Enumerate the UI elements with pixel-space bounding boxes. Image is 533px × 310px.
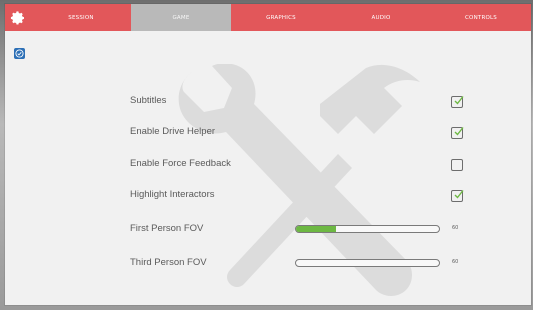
side-confirm-button[interactable] [14, 48, 25, 59]
checkmark-icon [454, 127, 464, 136]
subtitles-label: Subtitles [130, 95, 167, 106]
first-person-fov-slider[interactable] [295, 225, 440, 233]
third-person-fov-slider[interactable] [295, 259, 440, 267]
tab-game[interactable]: GAME [131, 4, 231, 31]
subtitles-checkbox[interactable] [451, 96, 464, 108]
check-circle-icon [15, 49, 24, 58]
tab-graphics[interactable]: GRAPHICS [231, 4, 331, 31]
setting-row-drive-helper: Enable Drive Helper [5, 123, 531, 143]
drive-helper-checkbox[interactable] [451, 127, 464, 139]
first-person-fov-label: First Person FOV [130, 223, 204, 234]
drive-helper-label: Enable Drive Helper [130, 126, 216, 137]
setting-row-force-feedback: Enable Force Feedback [5, 155, 531, 175]
setting-row-first-person-fov: First Person FOV 60 [5, 220, 531, 240]
third-person-fov-label: Third Person FOV [130, 257, 207, 268]
checkmark-icon [454, 96, 464, 105]
settings-panel: SESSION GAME GRAPHICS AUDIO CONTROLS Sub… [5, 4, 531, 305]
setting-row-subtitles: Subtitles [5, 92, 531, 112]
tab-controls[interactable]: CONTROLS [431, 4, 531, 31]
first-person-fov-value: 60 [452, 225, 459, 231]
highlight-interactors-label: Highlight Interactors [130, 189, 215, 200]
force-feedback-checkbox[interactable] [451, 159, 463, 171]
force-feedback-label: Enable Force Feedback [130, 158, 231, 169]
gear-icon [10, 10, 24, 25]
highlight-interactors-checkbox[interactable] [451, 190, 464, 202]
slider-fill [296, 226, 337, 232]
checkmark-icon [454, 190, 464, 199]
tab-session[interactable]: SESSION [31, 4, 131, 31]
settings-gear-button[interactable] [5, 4, 31, 31]
setting-row-highlight-interactors: Highlight Interactors [5, 186, 531, 206]
top-tab-bar: SESSION GAME GRAPHICS AUDIO CONTROLS [5, 4, 531, 31]
third-person-fov-value: 60 [452, 259, 459, 265]
setting-row-third-person-fov: Third Person FOV 60 [5, 254, 531, 274]
tab-audio[interactable]: AUDIO [331, 4, 431, 31]
